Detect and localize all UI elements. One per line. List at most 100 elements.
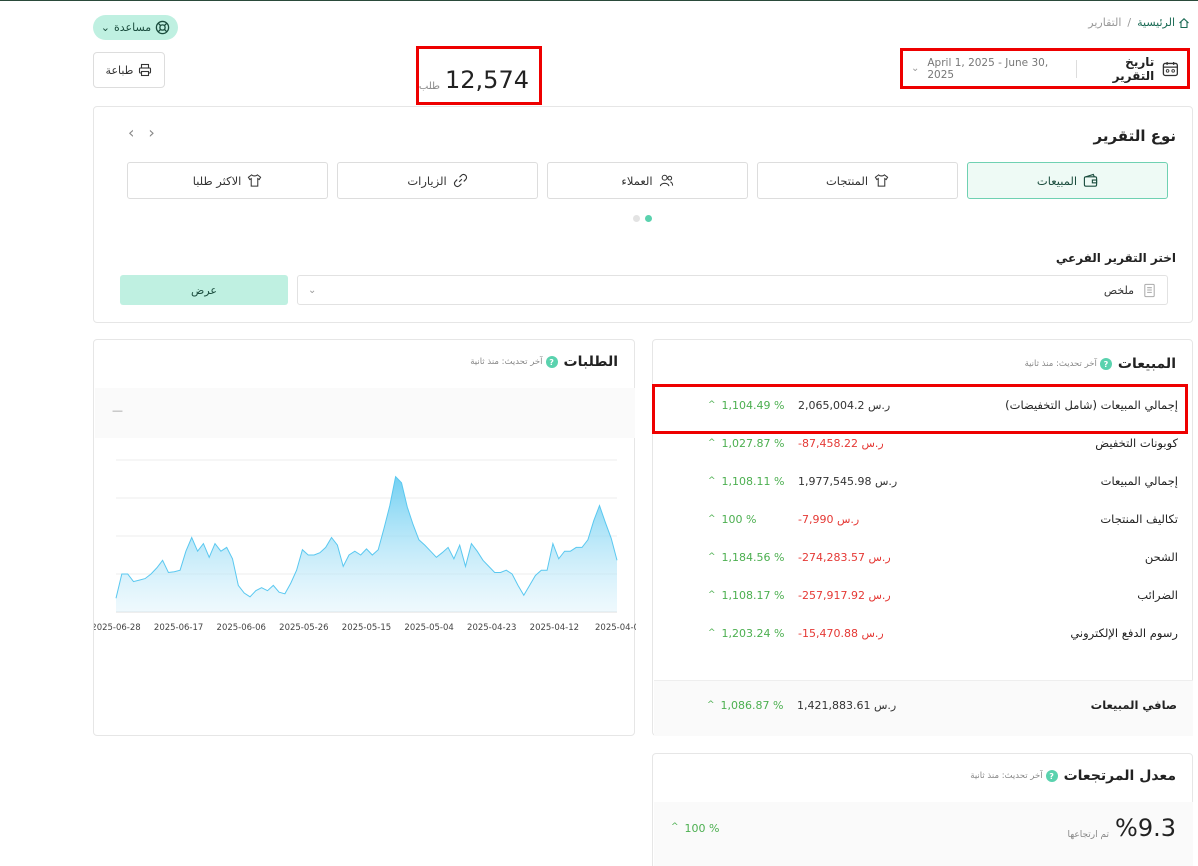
sub-report-value: ملخص — [1103, 283, 1134, 297]
x-tick-label: 2025-06-17 — [154, 623, 203, 633]
chevron-up-icon: ^ — [671, 822, 679, 832]
returns-value: %9.3 — [1115, 814, 1176, 842]
orders-title: الطلبات — [563, 354, 618, 370]
document-icon — [1144, 283, 1155, 297]
sub-report-label: اختر التقرير الفرعي — [1055, 251, 1176, 265]
breadcrumb-separator: / — [1127, 16, 1132, 29]
chevron-up-icon: ^ — [708, 514, 716, 524]
show-button[interactable]: عرض — [120, 275, 288, 305]
carousel-dot-active[interactable] — [645, 215, 652, 222]
sales-header: المبيعات ? آخر تحديث: منذ ثانية — [1025, 356, 1176, 372]
last-updated: ? آخر تحديث: منذ ثانية — [470, 356, 558, 368]
breadcrumb: الرئيسية / التقارير — [1088, 16, 1190, 29]
date-label: تاريخ التقرير — [1112, 54, 1155, 83]
sales-row: تكاليف المنتجات -7,990 ر.س ^ 100 % — [708, 512, 1178, 526]
home-icon — [1179, 17, 1189, 28]
orders-total: طلب 12,574 — [416, 46, 542, 105]
help-circle-icon[interactable]: ? — [1045, 770, 1058, 782]
chevron-up-icon: ^ — [708, 438, 716, 448]
link-icon — [453, 173, 467, 188]
chevron-down-icon: ⌄ — [308, 284, 317, 296]
last-updated: ? آخر تحديث: منذ ثانية — [970, 770, 1058, 782]
report-tabs: المبيعات المنتجات العملاء الزيارات الاكث… — [126, 162, 1168, 199]
calendar-icon — [1162, 61, 1179, 76]
orders-value: 12,574 — [445, 66, 529, 94]
returns-unit: تم ارتجاعها — [1067, 830, 1110, 840]
sales-title: المبيعات — [1117, 356, 1176, 372]
orders-summary-bg — [95, 388, 635, 438]
x-tick-label: 2025-05-26 — [279, 623, 328, 633]
chevron-up-icon: ^ — [708, 552, 716, 562]
printer-icon — [139, 63, 152, 77]
report-type-title: نوع التقرير — [1093, 127, 1177, 145]
tab-visits[interactable]: الزيارات — [337, 162, 538, 199]
help-label: مساعدة — [114, 21, 152, 34]
carousel-arrows: ‹ › — [128, 123, 155, 142]
x-tick-label: 2025-05-15 — [342, 623, 391, 633]
x-tick-label: 2025-04-12 — [530, 623, 579, 633]
returns-header: معدل المرتجعات ? آخر تحديث: منذ ثانية — [970, 768, 1176, 784]
tab-label: المنتجات — [825, 173, 869, 188]
sales-row: الضرائب -257,917.92 ر.س ^ 1,108.17 % — [708, 588, 1178, 602]
sales-row: رسوم الدفع الإلكتروني -15,470.88 ر.س ^ 1,… — [708, 626, 1178, 640]
chevron-up-icon: ^ — [708, 628, 716, 638]
chevron-up-icon: ^ — [707, 700, 715, 710]
shirt-icon — [248, 174, 262, 187]
x-tick-label: 2025-06-06 — [217, 623, 266, 633]
returns-value-group: %9.3 تم ارتجاعها — [1067, 816, 1176, 840]
returns-title: معدل المرتجعات — [1063, 768, 1176, 784]
chart-area — [116, 476, 617, 612]
help-button[interactable]: ⌄ مساعدة — [93, 15, 178, 40]
orders-unit: طلب — [418, 81, 441, 92]
chevron-right-icon[interactable]: › — [148, 123, 154, 142]
print-label: طباعة — [105, 63, 134, 77]
tab-label: المبيعات — [1036, 173, 1078, 188]
report-date-picker[interactable]: تاريخ التقرير April 1, 2025 - June 30, 2… — [900, 48, 1190, 89]
returns-card: معدل المرتجعات ? آخر تحديث: منذ ثانية %9… — [652, 753, 1193, 866]
tab-label: الاكثر طلبا — [192, 173, 242, 188]
users-icon — [659, 174, 673, 187]
tab-label: العملاء — [621, 173, 653, 188]
tab-most-ordered[interactable]: الاكثر طلبا — [127, 162, 328, 199]
x-tick-label: 2025-05-04 — [404, 623, 453, 633]
x-tick-label: 2025-06-28 — [94, 623, 141, 633]
tab-label: الزيارات — [407, 173, 447, 188]
tab-customers[interactable]: العملاء — [547, 162, 748, 199]
sales-row: إجمالي المبيعات 1,977,545.98 ر.س ^ 1,108.… — [708, 474, 1178, 488]
tab-products[interactable]: المنتجات — [757, 162, 958, 199]
lifebuoy-icon — [155, 20, 170, 35]
x-tick-label: 2025-04-0 — [595, 623, 636, 633]
carousel-dots — [633, 215, 652, 222]
print-button[interactable]: طباعة — [93, 52, 165, 88]
carousel-dot[interactable] — [633, 215, 640, 222]
net-sales-pct: 1,086.87 % — [720, 698, 784, 712]
net-sales-label: صافي المبيعات — [1090, 698, 1177, 712]
chevron-up-icon: ^ — [708, 476, 716, 486]
help-circle-icon[interactable]: ? — [1099, 358, 1112, 370]
chevron-up-icon: ^ — [708, 590, 716, 600]
report-type-card: نوع التقرير ‹ › المبيعات المنتجات العملا… — [93, 106, 1193, 323]
orders-card: الطلبات ? آخر تحديث: منذ ثانية — 2025-06… — [93, 339, 636, 736]
chevron-left-icon[interactable]: ‹ — [128, 123, 134, 142]
chevron-down-icon: ⌄ — [910, 63, 920, 74]
sales-row: الشحن -274,283.57 ر.س ^ 1,184.56 % — [708, 550, 1178, 564]
shirt-icon — [874, 174, 889, 187]
sub-report-select[interactable]: ملخص ⌄ — [297, 275, 1168, 305]
x-tick-label: 2025-04-23 — [467, 623, 516, 633]
chevron-down-icon: ⌄ — [100, 21, 111, 34]
orders-header: الطلبات ? آخر تحديث: منذ ثانية — [470, 354, 618, 370]
wallet-icon — [1083, 173, 1098, 187]
highlight-box — [652, 384, 1188, 434]
net-sales-row: صافي المبيعات 1,421,883.61 ر.س ^ 1,086.87… — [654, 680, 1193, 736]
last-updated: ? آخر تحديث: منذ ثانية — [1025, 358, 1112, 370]
help-circle-icon[interactable]: ? — [545, 356, 558, 368]
top-border — [0, 0, 1198, 1]
orders-dash: — — [112, 404, 123, 417]
tab-sales[interactable]: المبيعات — [967, 162, 1168, 199]
returns-pct: ^ 100 % — [671, 822, 720, 835]
net-sales-value: 1,421,883.61 ر.س — [797, 698, 897, 712]
orders-chart: 2025-06-28 2025-06-17 2025-06-06 2025-05-26… — [94, 459, 636, 633]
breadcrumb-home[interactable]: الرئيسية — [1137, 16, 1190, 29]
date-range: April 1, 2025 - June 30, 2025 — [927, 56, 1049, 81]
breadcrumb-current: التقارير — [1088, 16, 1122, 29]
